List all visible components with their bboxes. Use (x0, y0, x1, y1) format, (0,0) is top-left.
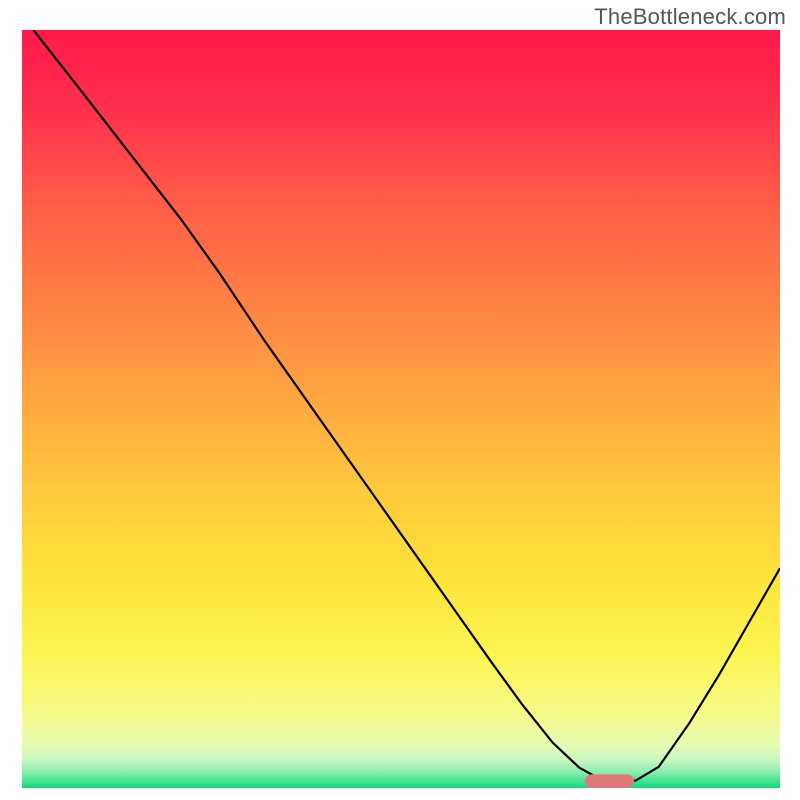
chart-svg (22, 30, 780, 788)
chart-plot-area (22, 30, 780, 788)
watermark-text: TheBottleneck.com (594, 4, 786, 30)
chart-background (22, 30, 780, 788)
optimal-range-marker (585, 774, 634, 788)
